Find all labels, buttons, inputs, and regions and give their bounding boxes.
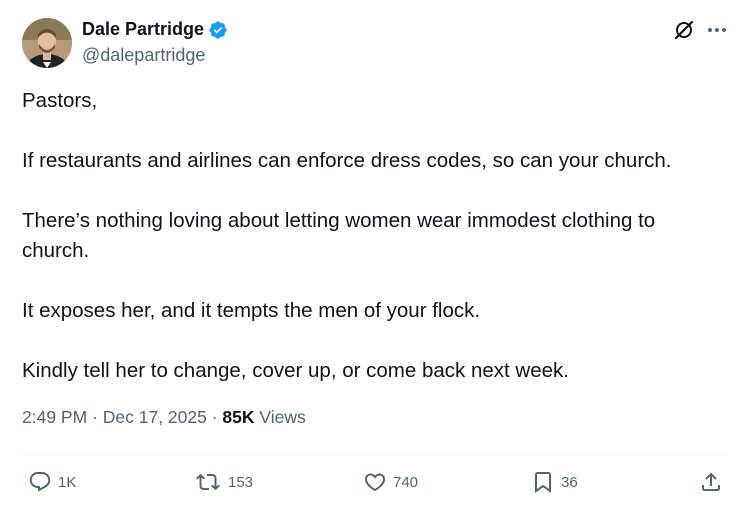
like-icon — [363, 470, 387, 494]
more-icon[interactable] — [706, 19, 728, 41]
author-display-name[interactable]: Dale Partridge — [82, 19, 204, 40]
views-label: Views — [254, 407, 306, 427]
reply-count: 1K — [58, 473, 77, 491]
verified-badge-icon[interactable] — [208, 20, 228, 40]
tweet-meta: 2:49 PM · Dec 17, 2025 · 85K Views — [22, 407, 306, 428]
tweet-paragraph: Pastors, — [22, 89, 98, 112]
avatar-image — [22, 18, 72, 68]
tweet-date[interactable]: Dec 17, 2025 — [103, 407, 207, 427]
tweet-card: Dale Partridge @dalepartridge Pastors, I — [0, 0, 750, 514]
reply-icon — [28, 470, 52, 494]
avatar[interactable] — [22, 18, 72, 68]
author-handle[interactable]: @dalepartridge — [82, 45, 205, 66]
like-button[interactable]: 740 — [363, 470, 418, 494]
retweet-count: 153 — [228, 473, 254, 491]
grok-icon[interactable] — [672, 18, 696, 42]
share-button[interactable] — [699, 470, 723, 494]
action-bar: 1K 153 740 36 — [0, 470, 750, 500]
reply-button[interactable]: 1K — [28, 470, 76, 494]
like-count: 740 — [393, 473, 419, 491]
author-name-row: Dale Partridge — [82, 19, 228, 40]
share-icon — [699, 470, 723, 494]
tweet-paragraph: There’s nothing loving about letting wom… — [22, 209, 656, 262]
top-actions — [672, 18, 728, 42]
retweet-icon — [194, 470, 222, 494]
tweet-paragraph: It exposes her, and it tempts the men of… — [22, 299, 481, 322]
tweet-time[interactable]: 2:49 PM — [22, 407, 87, 427]
bookmark-button[interactable]: 36 — [531, 470, 578, 494]
meta-separator: · — [87, 407, 103, 427]
retweet-button[interactable]: 153 — [194, 470, 253, 494]
tweet-paragraph: Kindly tell her to change, cover up, or … — [22, 359, 569, 382]
bookmark-icon — [531, 470, 555, 494]
divider — [22, 454, 728, 455]
tweet-text: Pastors, If restaurants and airlines can… — [22, 86, 722, 416]
meta-separator: · — [206, 407, 223, 427]
views-count: 85K — [222, 407, 255, 427]
tweet-paragraph: If restaurants and airlines can enforce … — [22, 149, 672, 172]
bookmark-count: 36 — [561, 473, 578, 491]
